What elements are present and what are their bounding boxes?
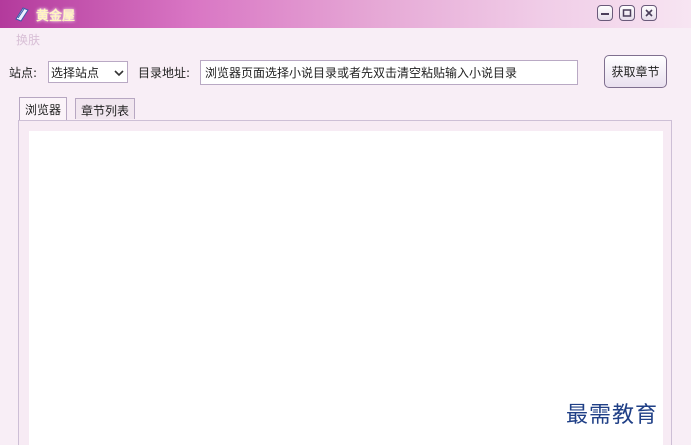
restore-icon[interactable] [619, 5, 635, 21]
close-icon[interactable] [641, 5, 657, 21]
toolbar: 站点: 选择站点 目录地址: 获取章节 [0, 50, 691, 96]
app-window: 黄金屋 换肤 站点: 选择站点 目录地址: 获取章节 浏览器 章节列表 最需教育 [0, 0, 691, 445]
menu-bar: 换肤 [0, 28, 691, 50]
book-icon [14, 6, 30, 22]
site-select[interactable]: 选择站点 [48, 61, 128, 83]
minimize-icon[interactable] [597, 5, 613, 21]
tab-browser[interactable]: 浏览器 [19, 97, 68, 120]
menu-item-skin[interactable]: 换肤 [16, 31, 40, 48]
site-label: 站点: [9, 66, 38, 80]
dir-url-input[interactable] [200, 60, 578, 85]
tab-chapter-list[interactable]: 章节列表 [75, 98, 136, 119]
fetch-chapters-button[interactable]: 获取章节 [604, 55, 667, 88]
chevron-down-icon [113, 67, 125, 82]
site-select-value: 选择站点 [51, 66, 100, 80]
watermark-text: 最需教育 [566, 403, 659, 428]
title-bar[interactable]: 黄金屋 [0, 0, 691, 28]
window-title: 黄金屋 [36, 9, 76, 24]
dir-label: 目录地址: [138, 66, 191, 80]
